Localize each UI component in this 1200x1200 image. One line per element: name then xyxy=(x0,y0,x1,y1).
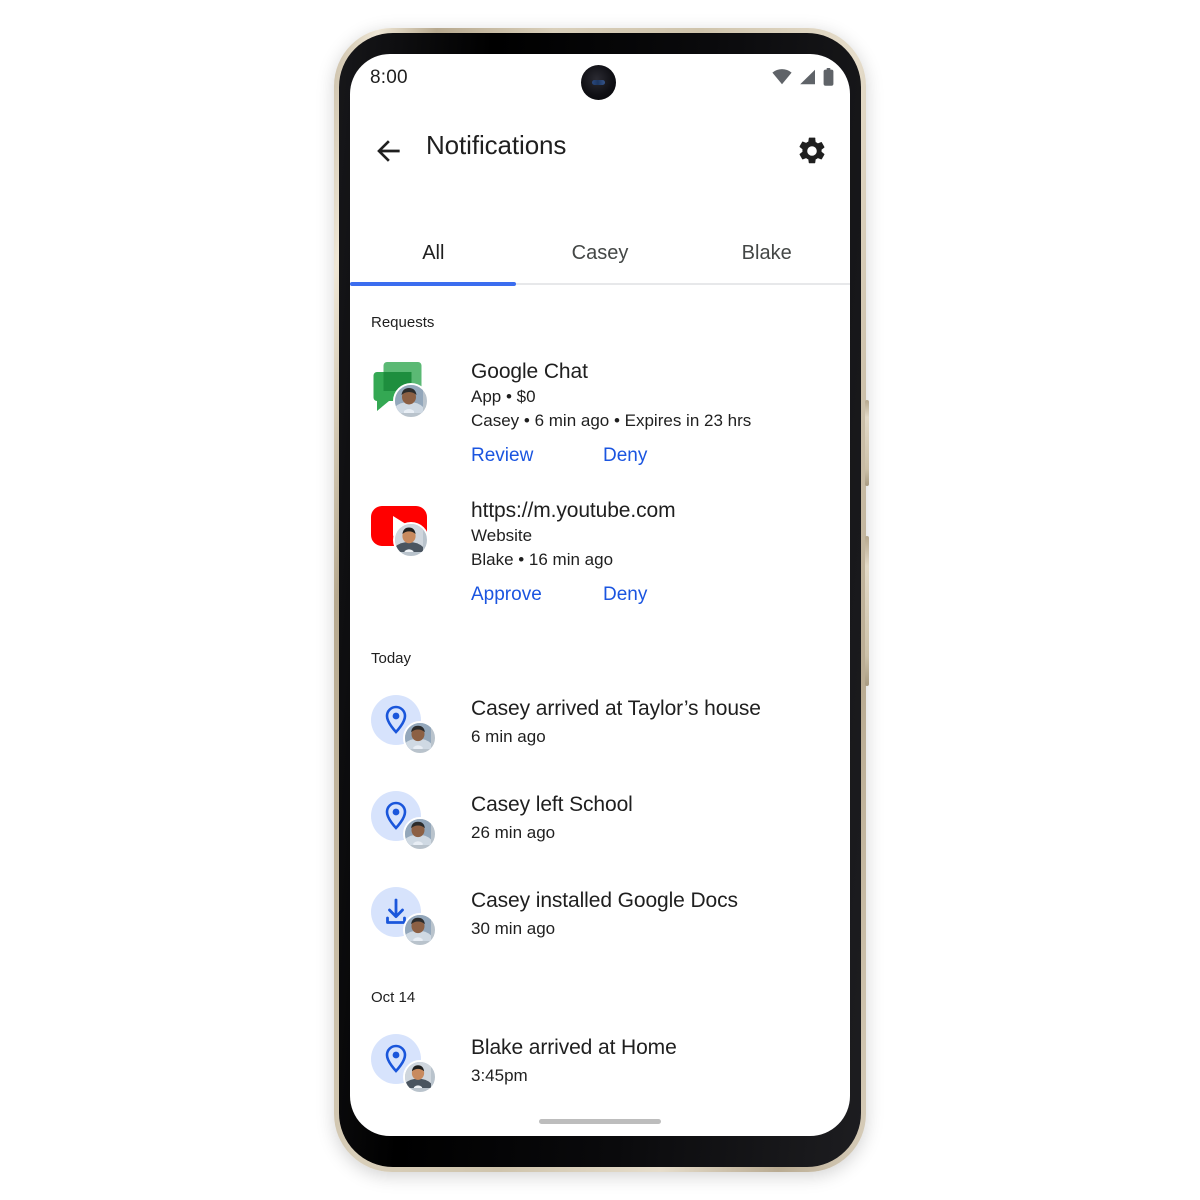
download-icon-wrap xyxy=(371,887,437,947)
event-time: 30 min ago xyxy=(471,919,556,938)
status-bar: 8:00 xyxy=(350,54,850,110)
casey-avatar xyxy=(403,817,437,851)
tab-all-label: All xyxy=(422,242,445,264)
tab-casey-label: Casey xyxy=(571,242,629,264)
volume-rocker-button[interactable] xyxy=(865,536,869,686)
front-camera-punch-hole xyxy=(581,65,616,100)
power-button[interactable] xyxy=(865,400,869,486)
tab-active-indicator xyxy=(350,282,516,286)
location-pin-icon-wrap xyxy=(371,791,437,851)
request-subtitle: App • $0 xyxy=(471,387,536,406)
request-subtitle: Website xyxy=(471,526,533,545)
section-header-oct-14: Oct 14 xyxy=(371,989,416,1006)
phone-screen: 8:00 Notifications All Casey Blake Reque… xyxy=(350,54,850,1136)
event-body: Casey arrived at Taylor’s house 6 min ag… xyxy=(471,695,850,749)
tab-blake-label: Blake xyxy=(741,242,792,264)
home-indicator[interactable] xyxy=(539,1119,661,1124)
event-time: 6 min ago xyxy=(471,727,546,746)
section-header-requests: Requests xyxy=(371,314,435,331)
event-title: Casey installed Google Docs xyxy=(471,889,738,912)
request-row-google-chat[interactable]: Google Chat App • $0 Casey • 6 min ago •… xyxy=(350,359,850,467)
casey-avatar xyxy=(403,913,437,947)
back-button[interactable] xyxy=(373,135,405,167)
wifi-icon xyxy=(772,69,792,90)
screenshot-root: 8:00 Notifications All Casey Blake Reque… xyxy=(0,0,1200,1200)
request-actions-google-chat: Review Deny xyxy=(471,445,834,467)
event-row-blake-arrived-home[interactable]: Blake arrived at Home 3:45pm xyxy=(350,1034,850,1094)
request-row-youtube[interactable]: https://m.youtube.com Website Blake • 16… xyxy=(350,498,850,606)
request-actions-youtube: Approve Deny xyxy=(471,584,834,606)
camera-lens xyxy=(592,80,605,85)
notification-list[interactable]: Requests Google Chat App • $0 Casey • 6 … xyxy=(350,288,850,1136)
deny-button[interactable]: Deny xyxy=(603,445,647,467)
event-title: Blake arrived at Home xyxy=(471,1036,677,1059)
deny-button[interactable]: Deny xyxy=(603,584,647,606)
section-header-today: Today xyxy=(371,650,412,667)
approve-button[interactable]: Approve xyxy=(471,584,603,606)
event-row-casey-installed-docs[interactable]: Casey installed Google Docs 30 min ago xyxy=(350,887,850,947)
phone-device: 8:00 Notifications All Casey Blake Reque… xyxy=(334,28,869,1172)
blake-avatar xyxy=(393,522,429,558)
event-body: Casey installed Google Docs 30 min ago xyxy=(471,887,850,941)
request-body-google-chat: Google Chat App • $0 Casey • 6 min ago •… xyxy=(471,359,834,433)
location-pin-icon-wrap xyxy=(371,695,437,755)
app-bar: Notifications xyxy=(350,118,850,184)
youtube-icon-wrap xyxy=(371,498,429,558)
request-meta: Casey • 6 min ago • Expires in 23 hrs xyxy=(471,411,752,430)
casey-avatar xyxy=(403,721,437,755)
event-time: 26 min ago xyxy=(471,823,556,842)
event-title: Casey left School xyxy=(471,793,633,816)
request-title: Google Chat xyxy=(471,360,588,383)
page-title: Notifications xyxy=(426,130,567,160)
event-row-casey-arrived[interactable]: Casey arrived at Taylor’s house 6 min ag… xyxy=(350,695,850,755)
settings-button[interactable] xyxy=(796,135,828,167)
event-body: Blake arrived at Home 3:45pm xyxy=(471,1034,850,1088)
request-title: https://m.youtube.com xyxy=(471,499,676,522)
gear-icon xyxy=(799,137,825,164)
google-chat-icon-wrap xyxy=(371,359,429,419)
event-time: 3:45pm xyxy=(471,1066,528,1085)
back-arrow-icon xyxy=(377,140,400,162)
review-button[interactable]: Review xyxy=(471,445,603,467)
location-pin-icon-wrap xyxy=(371,1034,437,1094)
event-title: Casey arrived at Taylor’s house xyxy=(471,697,761,720)
request-meta: Blake • 16 min ago xyxy=(471,550,614,569)
casey-avatar xyxy=(393,383,429,419)
blake-avatar xyxy=(403,1060,437,1094)
event-body: Casey left School 26 min ago xyxy=(471,791,850,845)
request-body-youtube: https://m.youtube.com Website Blake • 16… xyxy=(471,498,834,572)
status-icons xyxy=(772,68,834,91)
cellular-signal-icon xyxy=(799,69,816,90)
event-row-casey-left-school[interactable]: Casey left School 26 min ago xyxy=(350,791,850,851)
battery-icon xyxy=(823,68,834,91)
status-time: 8:00 xyxy=(370,67,408,88)
